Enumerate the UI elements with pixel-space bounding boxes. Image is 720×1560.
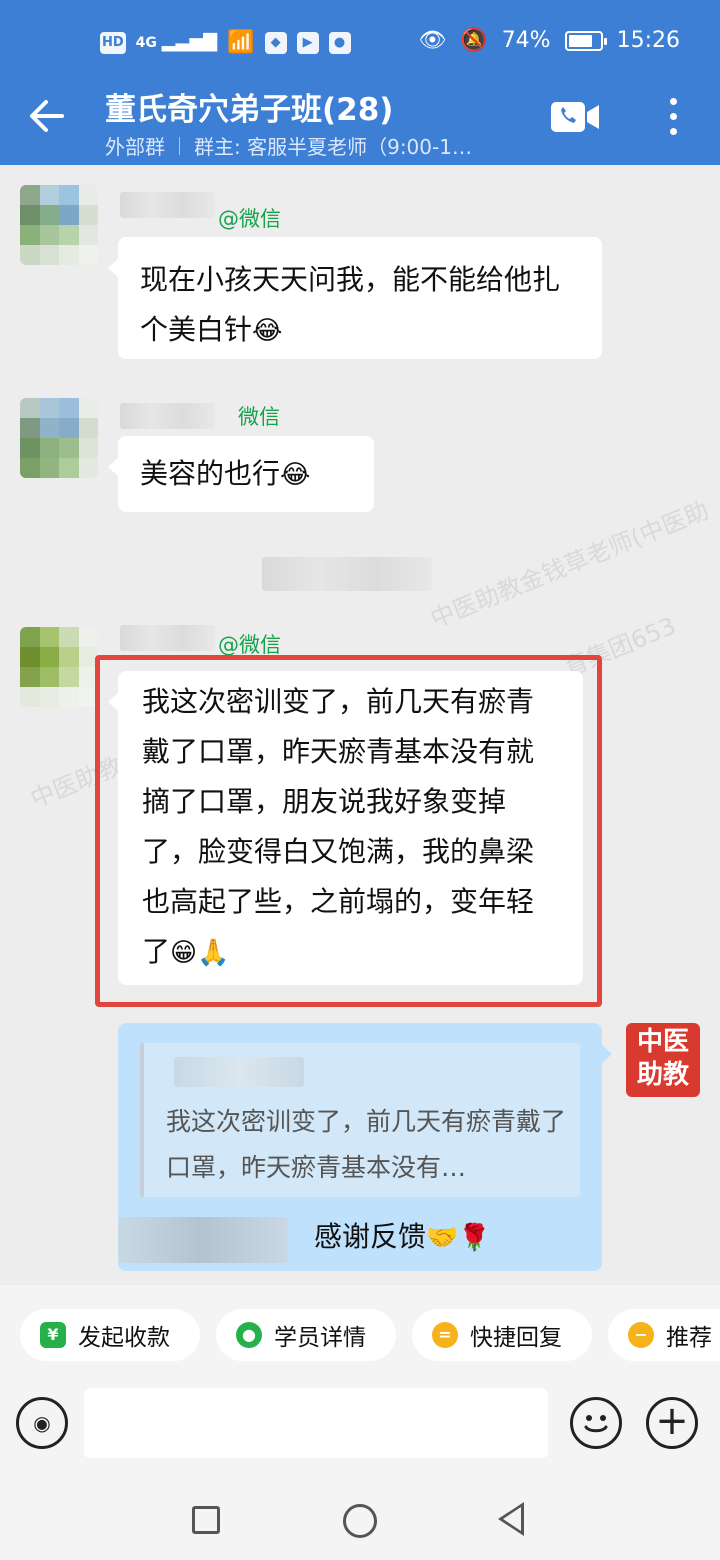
message-input[interactable] (84, 1388, 548, 1458)
app-icon: ▶ (296, 31, 319, 54)
system-nav-bar (0, 1480, 720, 1560)
back-arrow-icon[interactable] (26, 96, 70, 140)
logo-text-line2: 助教 (636, 1060, 689, 1090)
sender-source: 微信 (238, 405, 280, 429)
outgoing-message-bubble[interactable]: 我这次密训变了，前几天有瘀青戴了口罩，昨天瘀青基本没有… 感谢反馈🤝🌹 (118, 1023, 612, 1271)
sender-source: @微信 (218, 207, 281, 231)
highlight-frame (95, 655, 602, 1007)
chip-label: 学员详情 (274, 1325, 366, 1351)
message-text: 现在小孩天天问我，能不能给他扎个美白针 (140, 263, 561, 346)
group-owner-label: 群主: 客服半夏老师（9:00-1… (194, 135, 472, 159)
avatar-logo[interactable]: 中医 助教 (626, 1023, 700, 1097)
avatar[interactable] (20, 627, 98, 707)
chip-student-details[interactable]: ● 学员详情 (216, 1309, 396, 1361)
avatar[interactable] (20, 185, 98, 265)
recommend-icon: − (628, 1322, 654, 1348)
status-bar: HD 4G ▂▃▅▇ 📶 ◆ ▶ ● 👁 🔕 74% 15:26 (0, 24, 720, 64)
battery-icon (564, 30, 607, 51)
recent-apps-icon[interactable] (192, 1506, 220, 1534)
chat-subtitle: 外部群 群主: 客服半夏老师（9:00-1… (105, 131, 472, 160)
signal-icon: 4G ▂▃▅▇ (135, 31, 218, 52)
eye-icon: 👁 (418, 28, 447, 53)
group-type-label: 外部群 (105, 135, 165, 159)
emoji-picker-icon[interactable] (570, 1397, 622, 1449)
chat-title: 董氏奇穴弟子班(28) (105, 92, 394, 128)
header-bar: HD 4G ▂▃▅▇ 📶 ◆ ▶ ● 👁 🔕 74% 15:26 董氏奇穴弟子班… (0, 0, 720, 165)
video-call-icon[interactable] (550, 100, 600, 134)
user-icon: ● (236, 1322, 262, 1348)
laughing-emoji-icon: 😂 (280, 460, 311, 490)
sender-name (120, 192, 215, 218)
clock: 15:26 (616, 28, 680, 53)
sender-name (120, 403, 215, 429)
add-attachment-icon[interactable]: + (646, 1397, 698, 1449)
message-text: 美容的也行 (140, 457, 281, 490)
sender-name (120, 625, 215, 651)
reply-text-line: 感谢反馈🤝🌹 (314, 1215, 491, 1255)
shield-icon: ◆ (264, 31, 287, 54)
chip-label: 推荐 (666, 1325, 712, 1351)
bulb-icon: ● (328, 31, 351, 54)
home-icon[interactable] (343, 1504, 377, 1538)
quoted-text: 我这次密训变了，前几天有瘀青戴了口罩，昨天瘀青基本没有… (166, 1107, 567, 1182)
avatar[interactable] (20, 398, 98, 478)
chip-start-payment[interactable]: ¥ 发起收款 (20, 1309, 200, 1361)
message-bubble[interactable]: 现在小孩天天问我，能不能给他扎个美白针😂 (108, 237, 602, 359)
laughing-emoji-icon: 😂 (252, 316, 283, 346)
voice-input-icon[interactable]: ◉ (16, 1397, 68, 1449)
watermark: 中医助教金钱草老师(中医助 (426, 496, 713, 634)
hd-icon: HD (100, 31, 126, 54)
message-bubble[interactable]: 美容的也行😂 (108, 436, 374, 512)
input-bar: ◉ + (0, 1385, 720, 1480)
quoted-message[interactable]: 我这次密训变了，前几天有瘀青戴了口罩，昨天瘀青基本没有… (140, 1043, 580, 1197)
mention-name (118, 1217, 288, 1263)
handshake-rose-emoji-icon: 🤝🌹 (426, 1223, 491, 1253)
blurred-content (262, 557, 432, 591)
quoted-sender (174, 1057, 304, 1087)
yuan-icon: ¥ (40, 1322, 66, 1348)
chip-recommend[interactable]: − 推荐 (608, 1309, 720, 1361)
chip-quick-reply[interactable]: = 快捷回复 (412, 1309, 592, 1361)
more-options-icon[interactable] (660, 95, 686, 139)
system-back-icon[interactable] (498, 1502, 524, 1536)
quick-actions-bar: ¥ 发起收款 ● 学员详情 = 快捷回复 − 推荐 (0, 1285, 720, 1385)
wifi-icon: 📶 (227, 30, 255, 55)
chat-area[interactable]: 中医助教金钱草老师(中医助 育集团653 中医助教金钱草老师(中医助 @微信 现… (0, 165, 720, 1285)
reply-icon: = (432, 1322, 458, 1348)
logo-text-line1: 中医 (636, 1027, 689, 1057)
battery-percent: 74% (501, 28, 551, 53)
mute-bell-icon: 🔕 (460, 28, 488, 53)
chip-label: 发起收款 (78, 1325, 170, 1351)
divider (179, 136, 180, 155)
reply-text: 感谢反馈 (314, 1220, 427, 1253)
chip-label: 快捷回复 (470, 1325, 562, 1351)
